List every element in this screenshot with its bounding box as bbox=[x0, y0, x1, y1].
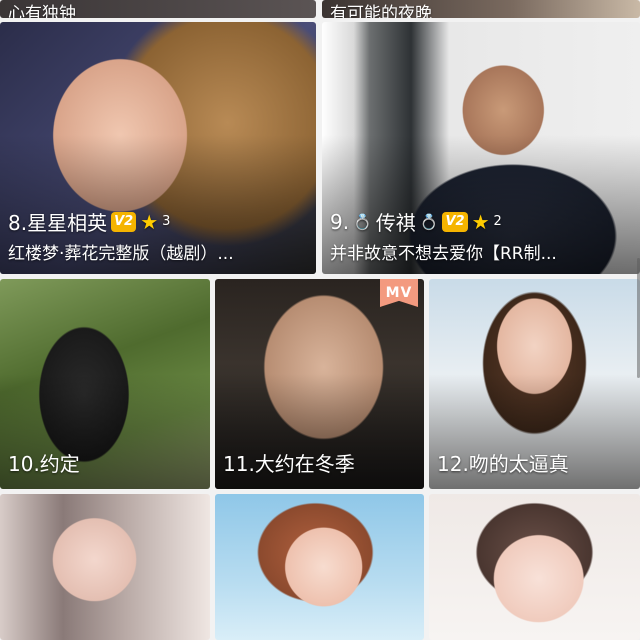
song-caption: 11.大约在冬季 bbox=[223, 452, 355, 476]
featured-card-9[interactable]: 9. 💍 传祺 💍 V2 ★ 2 并非故意不想去爱你【RR制... bbox=[322, 22, 640, 274]
featured-title-row: 9. 💍 传祺 💍 V2 ★ 2 bbox=[330, 207, 634, 236]
rank-name: 8.星星相英 bbox=[8, 211, 108, 235]
ring-icon: 💍 bbox=[353, 212, 372, 231]
song-card-13[interactable] bbox=[0, 494, 210, 640]
song-card-10[interactable]: 10.约定 bbox=[0, 279, 210, 489]
song-title: 红楼梦·葬花完整版（越剧）... bbox=[8, 244, 234, 264]
song-card-top-left[interactable]: 心有独钟 bbox=[0, 0, 316, 18]
featured-title-row: 8.星星相英 V2 ★ 3 bbox=[8, 207, 310, 236]
singer-name: 传祺 bbox=[375, 211, 416, 235]
singer-photo bbox=[215, 494, 424, 640]
song-card-caption: 心有独钟 bbox=[8, 4, 76, 18]
star-count: 2 bbox=[493, 214, 502, 229]
song-card-12[interactable]: 12.吻的太逼真 bbox=[429, 279, 640, 489]
star-icon: ★ bbox=[471, 209, 490, 234]
song-caption: 12.吻的太逼真 bbox=[437, 452, 569, 476]
star-count: 3 bbox=[162, 214, 171, 229]
song-title: 并非故意不想去爱你【RR制... bbox=[330, 244, 557, 264]
star-icon: ★ bbox=[140, 209, 159, 234]
song-card-caption: 有可能的夜晚 bbox=[330, 4, 432, 18]
song-card-14[interactable] bbox=[215, 494, 424, 640]
song-card-15[interactable] bbox=[429, 494, 640, 640]
vip-level-icon: V2 bbox=[442, 211, 468, 232]
vip-level-icon: V2 bbox=[111, 211, 137, 232]
singer-photo bbox=[0, 494, 210, 640]
ring-icon: 💍 bbox=[419, 212, 439, 231]
song-caption: 10.约定 bbox=[8, 452, 80, 476]
rank-number: 9. bbox=[330, 209, 350, 234]
featured-card-8[interactable]: 8.星星相英 V2 ★ 3 红楼梦·葬花完整版（越剧）... bbox=[0, 22, 316, 274]
song-card-11[interactable]: MV 11.大约在冬季 bbox=[215, 279, 424, 489]
singer-photo bbox=[429, 494, 640, 640]
song-card-top-right[interactable]: 有可能的夜晚 bbox=[322, 0, 640, 18]
